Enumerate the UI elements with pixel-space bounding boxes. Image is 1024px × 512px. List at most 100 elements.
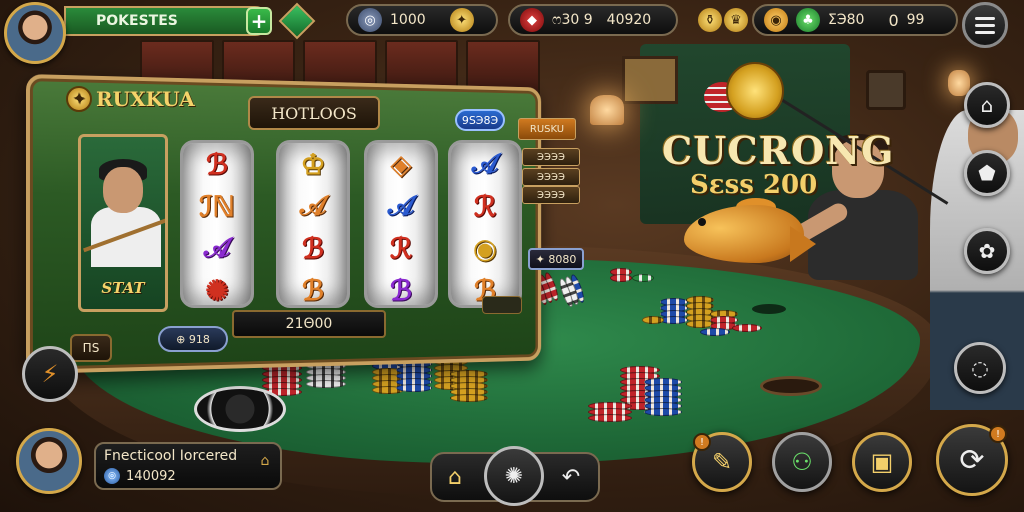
gems-total: 40920 — [606, 12, 652, 28]
slot-bet-button[interactable]: ⊕ 918 — [158, 326, 228, 352]
slot-lever[interactable] — [482, 296, 522, 314]
reel-symbol: 𝒜 — [203, 231, 231, 264]
spin-button[interactable]: ◌ — [954, 342, 1006, 394]
reel-symbol: 𝒜 — [387, 189, 415, 222]
chip-stack — [660, 298, 688, 324]
lamp — [590, 95, 624, 125]
chip-stack — [644, 378, 682, 416]
cup-holder — [760, 376, 822, 396]
reel-symbol: ℬ — [301, 231, 324, 265]
side-label: RUSKU — [518, 118, 576, 140]
opponent-title: Fnecticool Iorcered — [104, 448, 238, 464]
fish-tail — [790, 226, 816, 262]
jackpot-title: CUCRONG — [662, 128, 895, 173]
menu-button[interactable] — [962, 2, 1008, 48]
reel-symbol: ◈ — [390, 147, 412, 181]
reel-symbol: ℛ — [473, 189, 497, 223]
table-hole — [752, 304, 786, 314]
slot-reel: 𝒜 ℛ ◉ ℬ — [448, 140, 522, 308]
reel-symbol: 𝒜 — [471, 147, 499, 180]
home-icon[interactable]: ⌂ — [440, 462, 470, 492]
fisher-shirt — [808, 190, 918, 280]
shop-icon: ▣ — [870, 448, 894, 476]
score-b: 99 — [906, 12, 925, 28]
side-label: ЭЭЭЭ — [522, 168, 580, 186]
chip-stack — [588, 402, 632, 422]
clover-icon: ♣ — [796, 8, 820, 32]
treasure-icon[interactable]: ⚱ — [698, 8, 722, 32]
trophy-icon[interactable]: ♛ — [724, 8, 748, 32]
menu-icon — [975, 23, 995, 27]
pencil-icon: ✎ — [711, 448, 733, 476]
score-a: 0 — [888, 10, 899, 30]
ring-icon: ◌ — [971, 356, 989, 380]
chip-stack — [732, 324, 762, 332]
house-button[interactable]: ⌂ — [964, 82, 1010, 128]
coin-icon: ◉ — [764, 8, 788, 32]
character-card[interactable]: STAT — [78, 134, 168, 312]
slot-total-bar: 21Θ00 — [232, 310, 386, 338]
badge-icon: ⬟ — [978, 161, 996, 185]
coins-counter: ◉ ♣ ΣЭ80 0 99 — [752, 4, 958, 36]
reel-symbol: ℐℕ — [199, 189, 235, 223]
notification-badge: ! — [989, 425, 1007, 443]
back-icon[interactable]: ↶ — [556, 462, 586, 492]
refresh-icon: ⟳ — [959, 442, 985, 478]
add-chips-icon[interactable]: ✦ — [449, 8, 474, 32]
chip-stack — [700, 328, 730, 336]
friends-button[interactable]: ⚇ — [772, 432, 832, 492]
reel-symbol: ℬ — [205, 147, 228, 181]
slot-reel: ℬ ℐℕ 𝒜 ✺ — [180, 140, 254, 308]
slot-lines-box[interactable]: ΠS — [70, 334, 112, 362]
player-name-bar: POKESTES — [64, 6, 270, 36]
menu-icon — [975, 16, 995, 20]
slot-win-amount: ✦ 8080 — [528, 248, 584, 270]
reel-symbol: 𝒜 — [299, 189, 327, 222]
chips-counter: ◎ 1000 ✦ — [346, 4, 498, 36]
expand-icon[interactable]: ⌂ — [254, 450, 276, 472]
reel-symbol: ℛ — [389, 231, 413, 265]
side-label: ЭЭЭЭ — [522, 186, 580, 204]
bet-pill-button[interactable]: 9SЭ8Э — [455, 109, 505, 131]
edit-button[interactable]: ✎ ! — [692, 432, 752, 492]
gear-icon: ✿ — [978, 239, 996, 263]
slot-header-title: HOTLOOS — [248, 96, 380, 130]
opponent-amount-value: 140092 — [126, 468, 176, 484]
emerald-icon[interactable] — [278, 2, 316, 40]
character-head — [103, 167, 143, 213]
badge-button[interactable]: ⬟ — [964, 150, 1010, 196]
chip-icon: ◎ — [358, 8, 382, 32]
boost-button[interactable]: ⚡ — [22, 346, 78, 402]
house-icon: ⌂ — [980, 93, 994, 117]
lightning-icon: ⚡ — [41, 360, 59, 388]
wall-frame — [866, 70, 906, 110]
slot-reel: ♔ 𝒜 ℬ ℬ — [276, 140, 350, 308]
ruby-icon: ◆ — [520, 8, 544, 32]
reel-symbol: ◉ — [472, 231, 498, 265]
reel-symbol: ℬ — [301, 273, 324, 307]
player-avatar[interactable] — [4, 2, 66, 64]
reel-symbol: ♔ — [300, 147, 326, 181]
chips-amount: 1000 — [390, 12, 426, 28]
chip-stack — [642, 316, 664, 324]
play-button[interactable]: ⟳ ! — [936, 424, 1008, 496]
compass-icon: ✦ — [66, 86, 92, 112]
opponent-amount: ◎ 140092 — [104, 468, 176, 484]
chip-stack — [450, 370, 488, 402]
wall-frame — [622, 56, 678, 104]
chip-stack — [632, 274, 654, 282]
shop-button[interactable]: ▣ — [852, 432, 912, 492]
player-name: POKESTES — [96, 13, 178, 29]
opponent-avatar[interactable] — [16, 428, 82, 494]
chip-center-button[interactable]: ✺ — [484, 446, 544, 506]
chip-icon: ✺ — [504, 463, 524, 489]
add-currency-button[interactable]: + — [246, 7, 272, 35]
big-poker-chip — [194, 386, 286, 432]
slot-logo: ✦ RUXKUA — [66, 86, 195, 112]
character-label: STAT — [101, 279, 145, 297]
friends-icon: ⚇ — [791, 448, 813, 476]
notification-badge: ! — [693, 433, 711, 451]
menu-icon — [975, 30, 995, 34]
settings-button[interactable]: ✿ — [964, 228, 1010, 274]
gems-amount: ෆ30 9 — [552, 12, 593, 28]
